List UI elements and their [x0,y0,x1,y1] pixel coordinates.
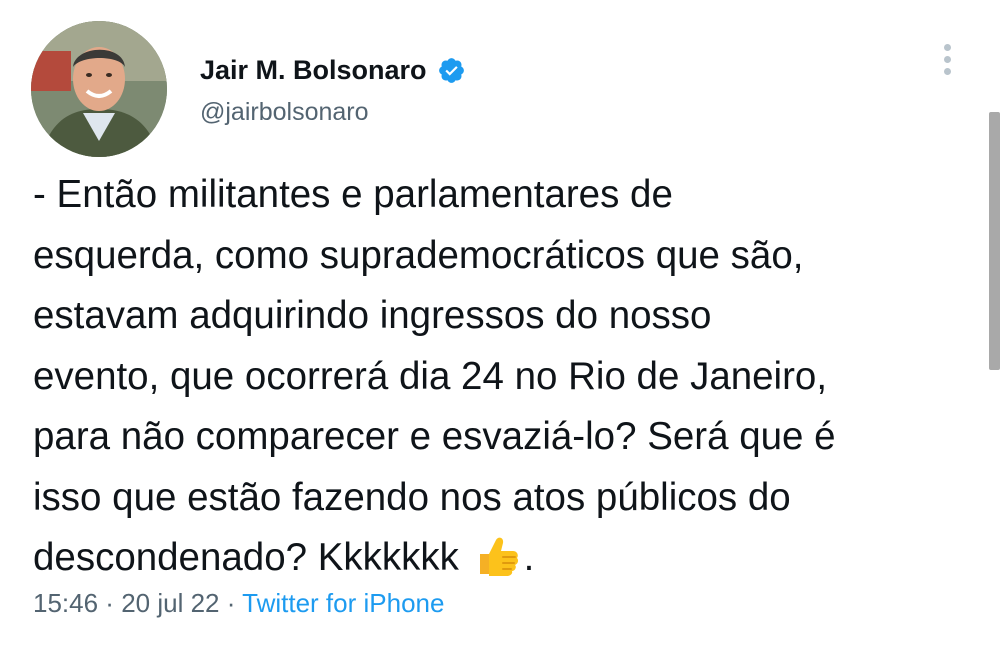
meta-separator: · [98,588,122,618]
tweet-text-main: - Então militantes e parlamentares de es… [33,173,836,579]
scrollbar[interactable] [989,112,1000,370]
tweet-card: Jair M. Bolsonaro @jairbolsonaro - Então… [0,0,1000,647]
verified-badge-icon [437,56,466,85]
author-handle[interactable]: @jairbolsonaro [200,98,369,127]
tweet-meta: 15:46 · 20 jul 22 · Twitter for iPhone [33,588,444,619]
thumbs-up-icon [474,532,520,578]
tweet-text: - Então militantes e parlamentares de es… [33,165,973,589]
author-name-row: Jair M. Bolsonaro [200,52,466,88]
avatar-image [31,21,167,157]
tweet-text-end: . [523,536,535,579]
author-display-name[interactable]: Jair M. Bolsonaro [200,55,427,86]
meta-separator: · [219,588,243,618]
tweet-source-link[interactable]: Twitter for iPhone [242,588,444,618]
more-vertical-icon[interactable] [936,44,958,80]
tweet-date[interactable]: 20 jul 22 [121,588,219,618]
tweet-time[interactable]: 15:46 [33,588,98,618]
avatar[interactable] [31,21,167,157]
